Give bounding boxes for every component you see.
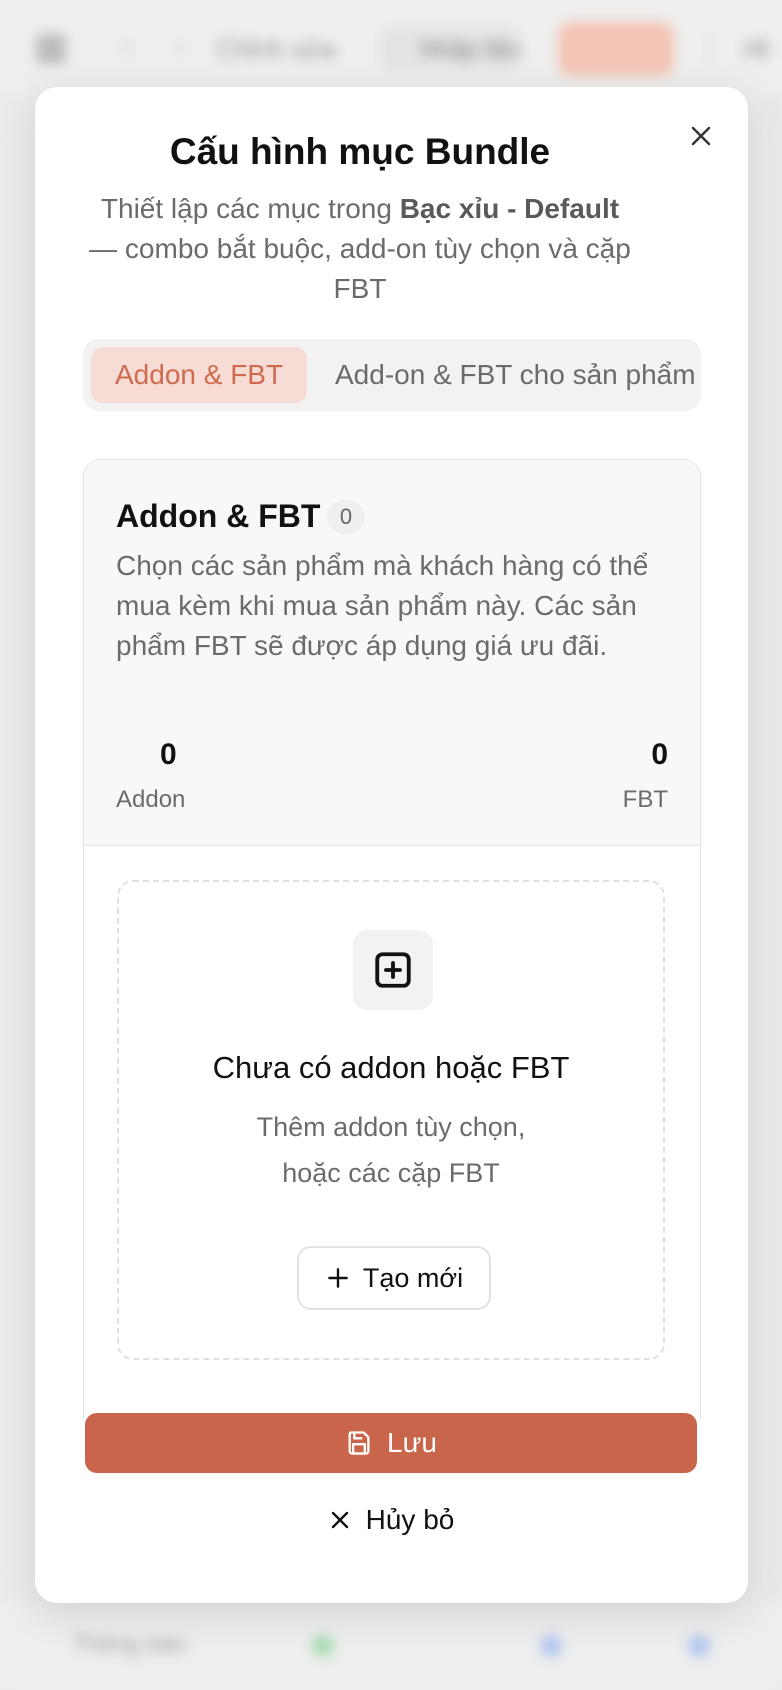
cancel-button[interactable]: Hủy bỏ — [295, 1495, 487, 1545]
description-suffix: — combo bắt buộc, add-on tùy chọn và cặp… — [89, 233, 631, 304]
close-icon — [331, 1511, 348, 1529]
create-new-label: Tạo mới — [362, 1262, 464, 1293]
section-description: Chọn các sản phẩm mà khách hàng có thể m… — [116, 550, 649, 661]
description-product-name: Bạc xỉu - Default — [399, 193, 620, 224]
create-new-button[interactable]: Tạo mới — [297, 1246, 491, 1310]
tab-bar: Addon & FBT Add-on & FBT cho sản phẩm — [83, 339, 701, 411]
cancel-label: Hủy bỏ — [365, 1504, 455, 1535]
empty-state-description: Thêm addon tùy chọn, hoặc các cặp FBT — [119, 1104, 663, 1196]
modal-description: Thiết lập các mục trong Bạc xỉu - Defaul… — [85, 189, 635, 309]
addon-fbt-section: Addon & FBT 0 Chọn các sản phẩm mà khách… — [83, 459, 701, 1419]
empty-desc-line-1: Thêm addon tùy chọn, — [256, 1112, 526, 1142]
section-title: Addon & FBT — [116, 498, 321, 534]
bundle-config-modal: Cấu hình mục Bundle Thiết lập các mục tr… — [35, 87, 748, 1603]
plus-icon — [328, 1268, 348, 1288]
addon-count-value: 0 — [160, 738, 177, 771]
tab-addon-fbt-product[interactable]: Add-on & FBT cho sản phẩm — [315, 347, 701, 403]
save-button[interactable]: Lưu — [85, 1413, 697, 1473]
section-header: Addon & FBT 0 Chọn các sản phẩm mà khách… — [84, 460, 700, 846]
fbt-count-value: 0 — [651, 738, 668, 771]
close-icon — [691, 126, 711, 146]
empty-state-title: Chưa có addon hoặc FBT — [212, 1050, 570, 1085]
fbt-count-label: FBT — [622, 786, 668, 813]
plus-square-icon — [375, 952, 411, 988]
save-icon — [348, 1431, 370, 1455]
empty-desc-line-2: hoặc các cặp FBT — [282, 1158, 500, 1188]
count-badge: 0 — [327, 500, 365, 534]
addon-count-label: Addon — [116, 786, 186, 813]
close-button[interactable] — [684, 119, 718, 153]
empty-state: Chưa có addon hoặc FBT Thêm addon tùy ch… — [117, 880, 665, 1360]
description-prefix: Thiết lập các mục trong — [100, 193, 400, 224]
empty-icon-container — [353, 930, 433, 1010]
tab-addon-fbt[interactable]: Addon & FBT — [91, 347, 308, 403]
modal-title: Cấu hình mục Bundle — [169, 131, 551, 172]
save-label: Lưu — [387, 1427, 437, 1458]
